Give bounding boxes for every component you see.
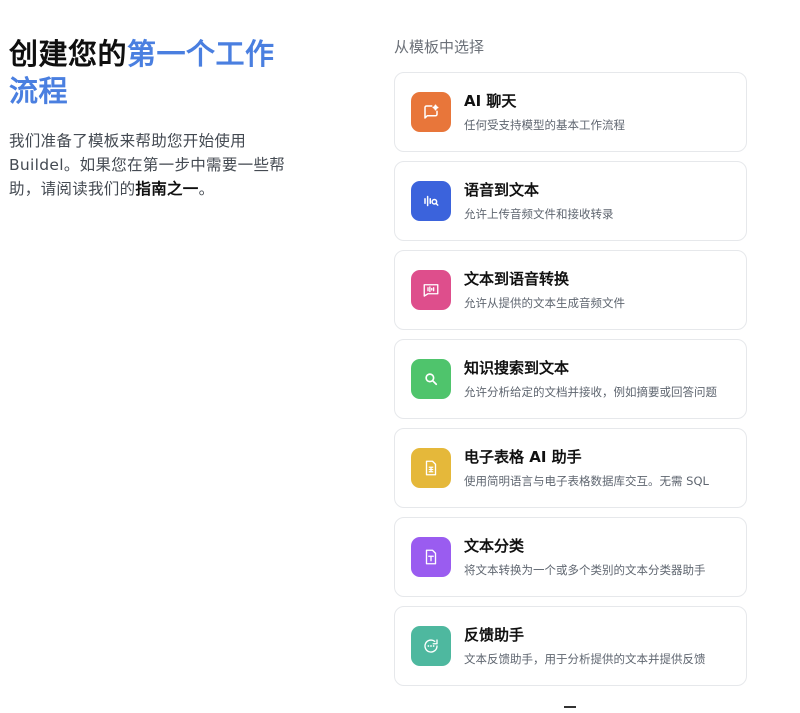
template-section-label: 从模板中选择 — [394, 38, 485, 56]
template-title: 电子表格 AI 助手 — [464, 447, 582, 466]
template-title: 反馈助手 — [464, 625, 525, 644]
audio-search-icon — [411, 181, 451, 221]
template-list: 从模板中选择 AI 聊天 任何受支持模型的基本工作流程 语音到文本 允许上传音频… — [394, 36, 747, 695]
page-title: 创建您的第一个工作流程 — [9, 36, 299, 110]
intro-section: 创建您的第一个工作流程 我们准备了模板来帮助您开始使用Buildel。如果您在第… — [9, 36, 299, 201]
template-description: 任何受支持模型的基本工作流程 — [464, 117, 625, 132]
spreadsheet-icon — [411, 448, 451, 488]
template-card-speech-to-text[interactable]: 语音到文本 允许上传音频文件和接收转录 — [394, 161, 747, 241]
template-title: 知识搜索到文本 — [464, 358, 570, 377]
template-description: 文本反馈助手，用于分析提供的文本并提供反馈 — [464, 651, 706, 666]
template-card-text-to-speech[interactable]: 文本到语音转换 允许从提供的文本生成音频文件 — [394, 250, 747, 330]
template-title: 语音到文本 — [464, 180, 540, 199]
template-description: 允许上传音频文件和接收转录 — [464, 206, 614, 221]
template-description: 允许从提供的文本生成音频文件 — [464, 295, 625, 310]
template-card-spreadsheet-assistant[interactable]: 电子表格 AI 助手 使用简明语言与电子表格数据库交互。无需 SQL — [394, 428, 747, 508]
template-title: AI 聊天 — [464, 91, 517, 110]
template-card-text-classification[interactable]: 文本分类 将文本转换为一个或多个类别的文本分类器助手 — [394, 517, 747, 597]
template-title: 文本分类 — [464, 536, 525, 555]
template-title: 文本到语音转换 — [464, 269, 570, 288]
template-card-knowledge-search[interactable]: 知识搜索到文本 允许分析给定的文档并接收，例如摘要或回答问题 — [394, 339, 747, 419]
chat-spark-icon — [411, 92, 451, 132]
intro-description: 我们准备了模板来帮助您开始使用Buildel。如果您在第一步中需要一些帮助，请阅… — [9, 129, 299, 201]
scroll-more-indicator — [560, 704, 580, 713]
search-icon — [411, 359, 451, 399]
speech-wave-icon — [411, 270, 451, 310]
template-description: 允许分析给定的文档并接收，例如摘要或回答问题 — [464, 384, 717, 399]
template-description: 使用简明语言与电子表格数据库交互。无需 SQL — [464, 473, 709, 488]
guides-link[interactable]: 指南之一 — [135, 180, 198, 198]
feedback-icon — [411, 626, 451, 666]
template-description: 将文本转换为一个或多个类别的文本分类器助手 — [464, 562, 706, 577]
intro-description-end: 。 — [198, 180, 215, 198]
template-card-feedback-assistant[interactable]: 反馈助手 文本反馈助手，用于分析提供的文本并提供反馈 — [394, 606, 747, 686]
template-card-ai-chat[interactable]: AI 聊天 任何受支持模型的基本工作流程 — [394, 72, 747, 152]
page-title-main: 创建您的 — [9, 37, 128, 71]
document-text-icon — [411, 537, 451, 577]
